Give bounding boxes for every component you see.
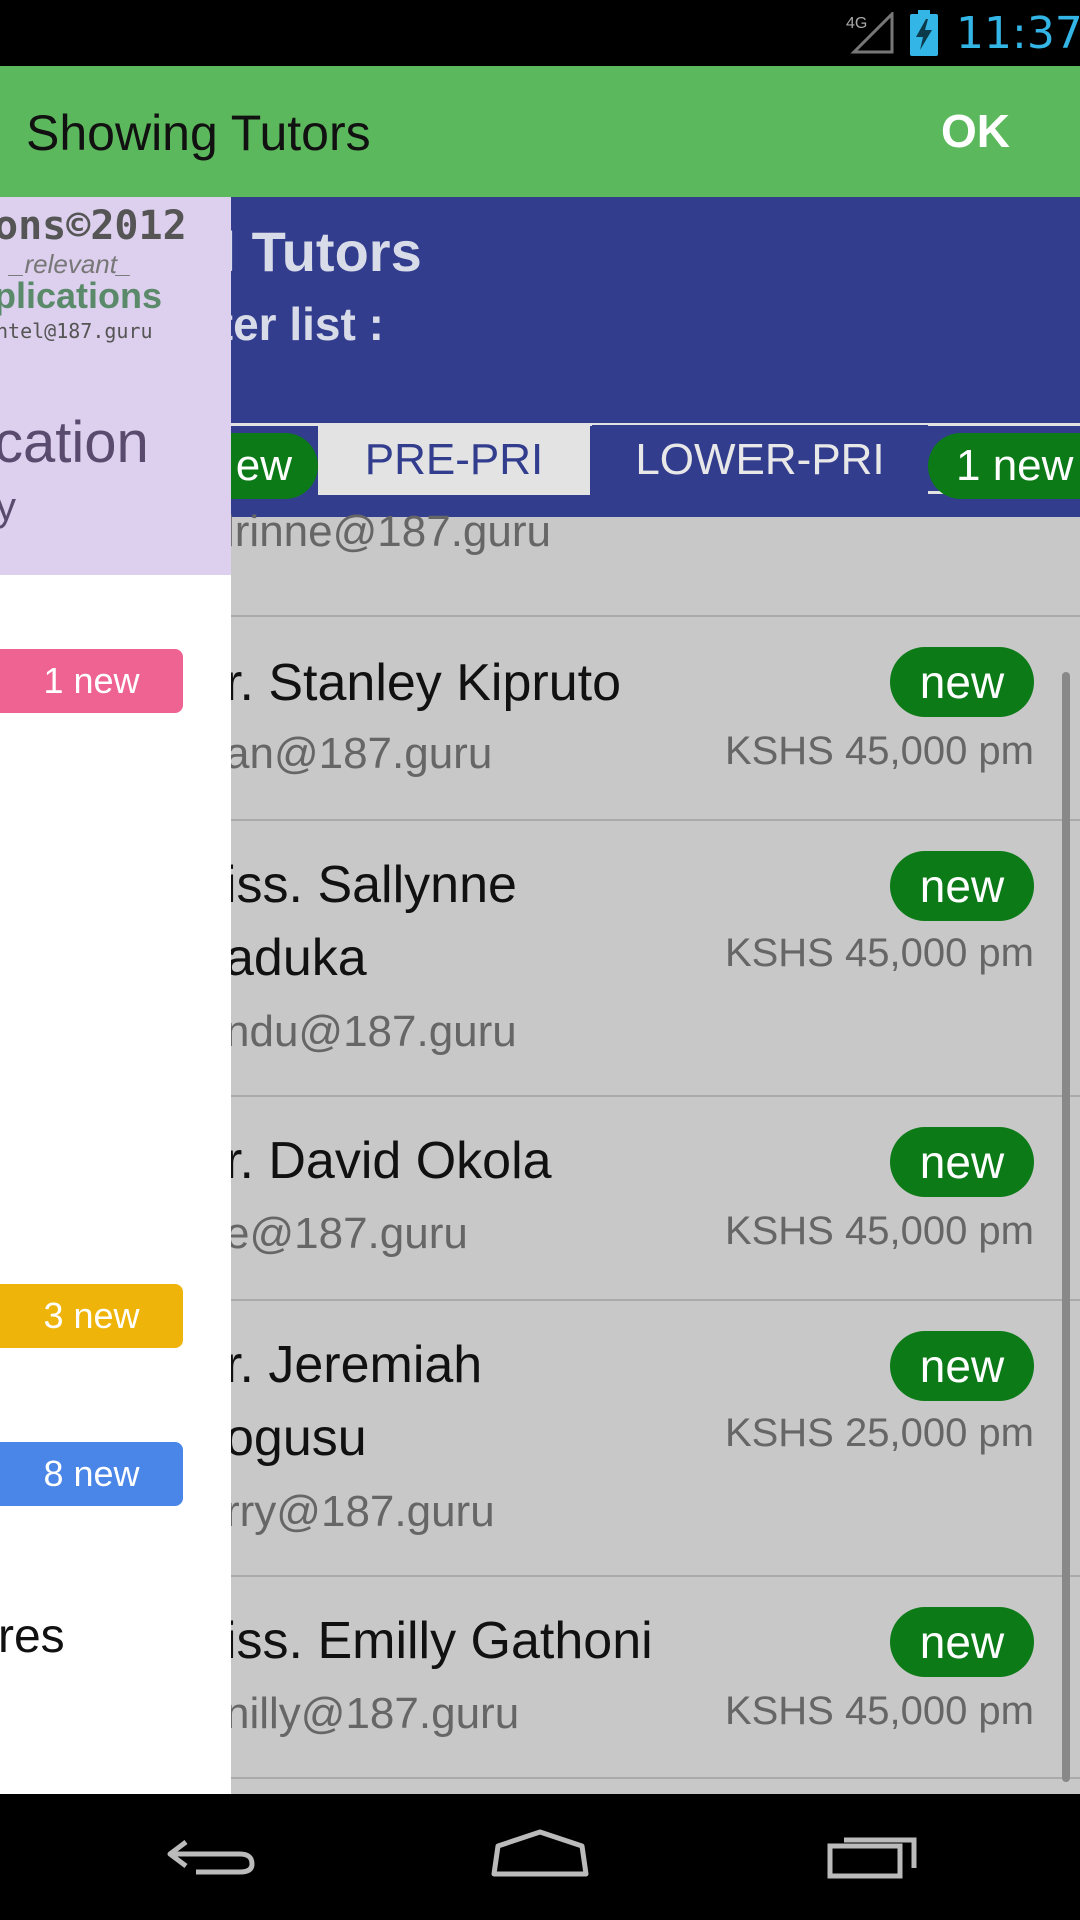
tab-lower-pri[interactable]: LOWER-PRI [592,425,928,495]
tutor-price: KSHS 45,000 pm [724,1209,1034,1253]
battery-icon [910,10,938,56]
back-icon[interactable] [166,1824,256,1884]
drawer-item-label[interactable]: res [0,1609,65,1664]
signal-icon: 4G [846,12,894,54]
logo-text-line5: cation [0,410,149,475]
page-title: Showing Tutors [26,105,371,161]
tutor-name-line1: iss. Sallynne [225,856,517,914]
new-badge: new [890,1127,1034,1197]
tutor-price: KSHS 45,000 pm [724,1689,1034,1733]
new-badge: new [890,1607,1034,1677]
action-bar: Showing Tutors OK [0,66,1080,197]
tutor-name: iss. Emilly Gathoni [225,1612,653,1670]
logo-text-line4: ntel@187.guru [0,319,153,343]
tutor-email: e@187.guru [225,1209,468,1258]
ok-button[interactable]: OK [941,104,1010,158]
logo-text-line1: ons©2012 [0,203,187,249]
new-badge: new [890,851,1034,921]
tutor-price: KSHS 45,000 pm [724,931,1034,975]
tutor-email: nilly@187.guru [225,1689,520,1738]
logo-text-line3: plications [0,275,163,316]
system-nav-bar [0,1794,1080,1920]
tutor-email: an@187.guru [225,729,493,778]
recents-icon[interactable] [826,1824,922,1884]
tab-new-pill-right[interactable]: 1 new [928,433,1080,499]
tutor-email: lrinne@187.guru [225,507,551,556]
status-bar: 4G 11:37 [0,0,1080,66]
clock: 11:37 [956,8,1080,59]
tutor-name-line2: ogusu [225,1409,367,1467]
logo-text-line6: y [0,485,16,529]
tab-pre-pri[interactable]: PRE-PRI [318,425,590,495]
tutor-name: r. Stanley Kipruto [225,654,621,712]
scrollbar[interactable] [1062,672,1070,1782]
drawer-badge-yellow: 3 new [0,1284,183,1348]
navigation-drawer[interactable]: ons©2012 _relevant_ plications ntel@187.… [0,197,231,1794]
tutor-price: KSHS 25,000 pm [724,1411,1034,1455]
new-badge: new [890,647,1034,717]
svg-text:4G: 4G [846,15,867,32]
tutor-name: r. David Okola [225,1132,552,1190]
tutor-name-line2: aduka [225,929,367,987]
tutor-name-line1: r. Jeremiah [225,1336,483,1394]
tutor-price: KSHS 45,000 pm [724,729,1034,773]
tutor-email: rry@187.guru [225,1487,495,1536]
drawer-badge-pink: 1 new [0,649,183,713]
list-title: ll Tutors [205,220,422,283]
drawer-badge-blue: 8 new [0,1442,183,1506]
filter-label: lter list : [205,298,384,350]
drawer-header-logo: ons©2012 _relevant_ plications ntel@187.… [0,197,231,575]
tutor-email: ndu@187.guru [225,1007,517,1056]
new-badge: new [890,1331,1034,1401]
home-icon[interactable] [490,1824,590,1884]
